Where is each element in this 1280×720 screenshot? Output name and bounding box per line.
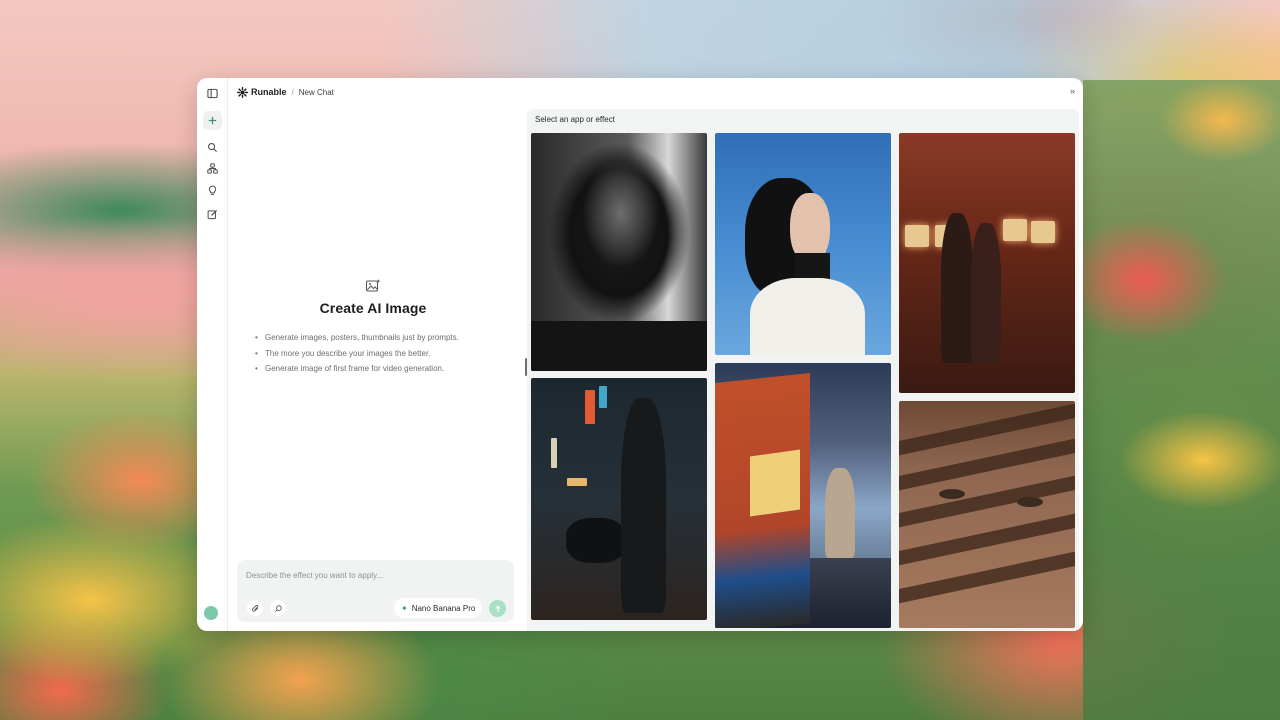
effect-card-shadow-stripes-face[interactable] <box>899 401 1075 628</box>
effect-card-arcade-couple[interactable] <box>899 133 1075 393</box>
workflow-nodes-icon[interactable] <box>203 159 222 178</box>
tip-item: Generate images, posters, thumbnails jus… <box>255 330 518 346</box>
page-title: Create AI Image <box>319 300 427 316</box>
effect-card-blue-sky-portrait[interactable] <box>715 133 891 355</box>
send-button[interactable] <box>489 600 506 617</box>
chat-empty-state: Create AI Image Generate images, posters… <box>228 278 518 377</box>
model-selector-button[interactable]: ✦ Nano Banana Pro <box>394 598 483 618</box>
effect-card-subway-train-woman[interactable] <box>715 363 891 628</box>
collapse-panel-icon[interactable]: » <box>1070 86 1075 96</box>
model-label: Nano Banana Pro <box>411 603 476 613</box>
sidebar <box>197 78 228 631</box>
background-sky <box>380 0 1280 90</box>
breadcrumb-separator: / <box>291 87 294 97</box>
effect-card-bw-portrait[interactable] <box>531 133 707 371</box>
brand-name: Runable <box>251 87 287 97</box>
effect-card-neon-street-biker[interactable] <box>531 378 707 620</box>
edit-icon[interactable] <box>203 205 222 224</box>
brand[interactable]: Runable <box>237 86 287 98</box>
user-avatar[interactable] <box>204 606 218 620</box>
search-image-icon[interactable] <box>270 600 286 616</box>
composer: ✦ Nano Banana Pro <box>237 560 514 622</box>
new-chat-button[interactable] <box>203 111 222 130</box>
sparkle-icon: ✦ <box>401 603 408 613</box>
runable-logo-icon <box>237 86 248 98</box>
effects-gallery <box>531 133 1076 631</box>
sidebar-toggle-icon[interactable] <box>203 84 222 103</box>
lightbulb-icon[interactable] <box>203 181 222 200</box>
arrow-up-icon <box>494 605 501 612</box>
panel-title: Select an app or effect <box>535 115 615 124</box>
search-icon[interactable] <box>203 138 222 157</box>
tip-item: Generate image of first frame for video … <box>255 361 518 377</box>
effects-panel: Select an app or effect <box>527 109 1079 631</box>
background-flowers <box>1083 80 1280 720</box>
app-window: Runable / New Chat » Create AI Image Gen… <box>197 78 1083 631</box>
attach-icon[interactable] <box>247 600 263 616</box>
top-bar: Runable / New Chat » <box>228 78 1083 106</box>
tip-item: The more you describe your images the be… <box>255 346 518 362</box>
breadcrumb-current[interactable]: New Chat <box>299 88 334 97</box>
tips-list: Generate images, posters, thumbnails jus… <box>228 330 518 377</box>
prompt-input[interactable] <box>246 568 501 582</box>
ai-image-icon <box>365 279 381 292</box>
